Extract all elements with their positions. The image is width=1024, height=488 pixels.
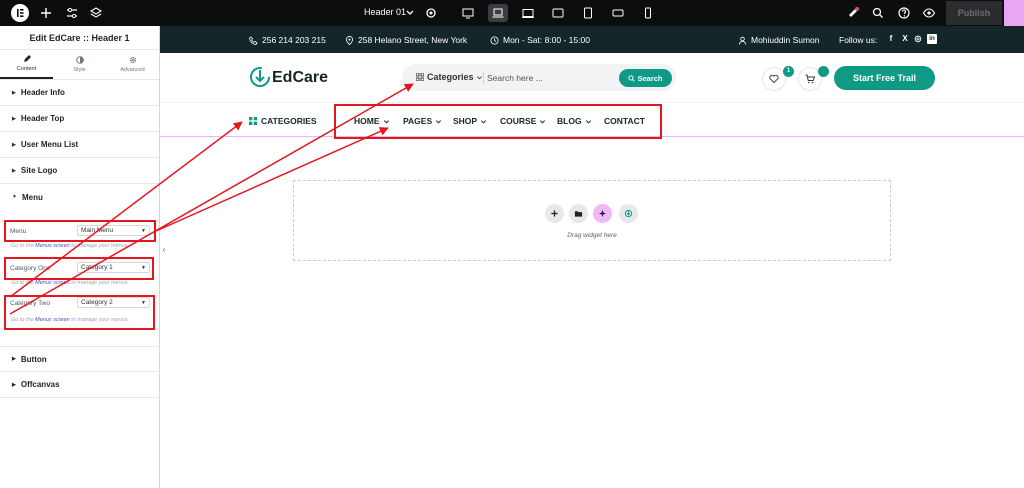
search-input[interactable] [487, 69, 615, 86]
section-button[interactable]: ▶ Button [0, 346, 160, 372]
category-one-help-text: Go to the Menus screen to manage your me… [11, 280, 130, 286]
section-menu[interactable]: ▼ Menu [0, 184, 159, 210]
caret-right-icon: ▶ [12, 356, 16, 362]
section-header-top[interactable]: ▶ Header Top [0, 106, 159, 132]
grid-icon [249, 117, 257, 125]
drag-widget-hint: Drag widget here [567, 232, 617, 239]
panel-collapse-chevron-icon[interactable]: ‹ [160, 245, 168, 267]
ai-sparkle-icon[interactable] [593, 204, 612, 223]
caret-right-icon: ▶ [12, 141, 16, 148]
location-pin-icon [345, 35, 354, 45]
widget-drop-zone[interactable] [293, 180, 891, 261]
help-icon[interactable] [896, 5, 912, 21]
section-site-logo[interactable]: ▶ Site Logo [0, 158, 159, 184]
search-button[interactable]: Search [619, 69, 672, 87]
search-divider [483, 71, 484, 84]
settings-sliders-icon[interactable] [64, 5, 80, 21]
heart-icon [769, 74, 779, 84]
clock-icon [490, 35, 499, 45]
edcare-kit-icon[interactable] [619, 204, 638, 223]
desktop-device-icon[interactable] [460, 5, 476, 21]
section-header-info[interactable]: ▶ Header Info [0, 80, 159, 106]
x-twitter-icon[interactable]: X [900, 34, 910, 44]
chevron-down-icon[interactable] [402, 5, 418, 21]
pencil-icon [23, 55, 31, 62]
editor-toolbar: Header 01 Publish [0, 0, 1024, 26]
tablet-landscape-device-icon[interactable] [520, 5, 536, 21]
publish-options-toggle[interactable] [1004, 0, 1024, 26]
template-library-folder-icon[interactable] [569, 204, 588, 223]
search-icon [628, 74, 636, 82]
annotation-box-category-one [4, 257, 154, 280]
caret-right-icon: ▶ [12, 381, 16, 388]
user-icon [738, 36, 747, 45]
caret-right-icon: ▶ [12, 167, 16, 174]
edcare-logo-icon[interactable] [249, 66, 271, 88]
tablet-portrait-device-icon[interactable] [580, 5, 596, 21]
add-element-icon[interactable] [38, 5, 54, 21]
grid-icon [416, 73, 424, 81]
page-settings-gear-icon[interactable] [423, 5, 439, 21]
section-offcanvas[interactable]: ▶ Offcanvas [0, 372, 160, 398]
preview-eye-icon[interactable] [921, 5, 937, 21]
tab-advanced[interactable]: Advanced [106, 50, 159, 79]
phone-icon [249, 35, 258, 45]
menus-screen-link[interactable]: Menus screen [35, 280, 70, 286]
cart-count-badge [818, 66, 829, 77]
section-user-menu-list[interactable]: ▶ User Menu List [0, 132, 159, 158]
annotation-box-menu-control [4, 220, 156, 242]
mobile-landscape-device-icon[interactable] [610, 5, 626, 21]
cart-icon [805, 74, 815, 84]
caret-right-icon: ▶ [12, 115, 16, 122]
caret-down-icon: ▼ [12, 194, 17, 200]
half-circle-icon [75, 56, 84, 64]
tab-style[interactable]: Style [53, 50, 106, 79]
user-account-link[interactable]: Mohiuddin Sumon [738, 35, 820, 45]
add-section-plus-icon[interactable] [545, 204, 564, 223]
instagram-icon[interactable]: ◎ [913, 34, 923, 44]
gear-icon [129, 56, 136, 64]
phone-info: 256 214 203 215 [249, 35, 326, 45]
categories-dropdown[interactable]: Categories [416, 72, 483, 82]
facebook-icon[interactable]: f [886, 34, 896, 44]
notifications-icon[interactable] [845, 5, 861, 21]
panel-title: Edit EdCare :: Header 1 [0, 26, 159, 50]
site-logo-text[interactable]: EdCare [272, 69, 328, 87]
caret-right-icon: ▶ [12, 89, 16, 96]
mobile-device-icon[interactable] [640, 5, 656, 21]
laptop-device-icon[interactable] [488, 4, 508, 22]
annotation-box-category-two [4, 295, 155, 330]
publish-button[interactable]: Publish [946, 1, 1002, 25]
layers-icon[interactable] [88, 5, 104, 21]
tab-content[interactable]: Content [0, 50, 53, 79]
linkedin-icon[interactable]: in [927, 34, 937, 44]
categories-menu-button[interactable]: CATEGORIES [249, 116, 317, 126]
chevron-down-icon [476, 75, 482, 79]
tablet-device-icon[interactable] [550, 5, 566, 21]
address-info: 258 Helano Street, New York [345, 35, 467, 45]
elementor-logo-icon[interactable] [11, 4, 29, 22]
menu-help-text: Go to the Menus screen to manage your me… [11, 243, 130, 249]
start-free-trial-button[interactable]: Start Free Trail [834, 66, 935, 90]
hours-info: Mon - Sat: 8:00 - 15:00 [490, 35, 590, 45]
document-name[interactable]: Header 01 [364, 7, 406, 17]
wishlist-count-badge: 1 [783, 66, 794, 77]
panel-tabs: Content Style Advanced [0, 50, 159, 80]
search-icon[interactable] [870, 5, 886, 21]
menus-screen-link[interactable]: Menus screen [35, 243, 70, 249]
annotation-box-main-menu [334, 104, 662, 139]
follow-us-label: Follow us: [839, 35, 878, 45]
